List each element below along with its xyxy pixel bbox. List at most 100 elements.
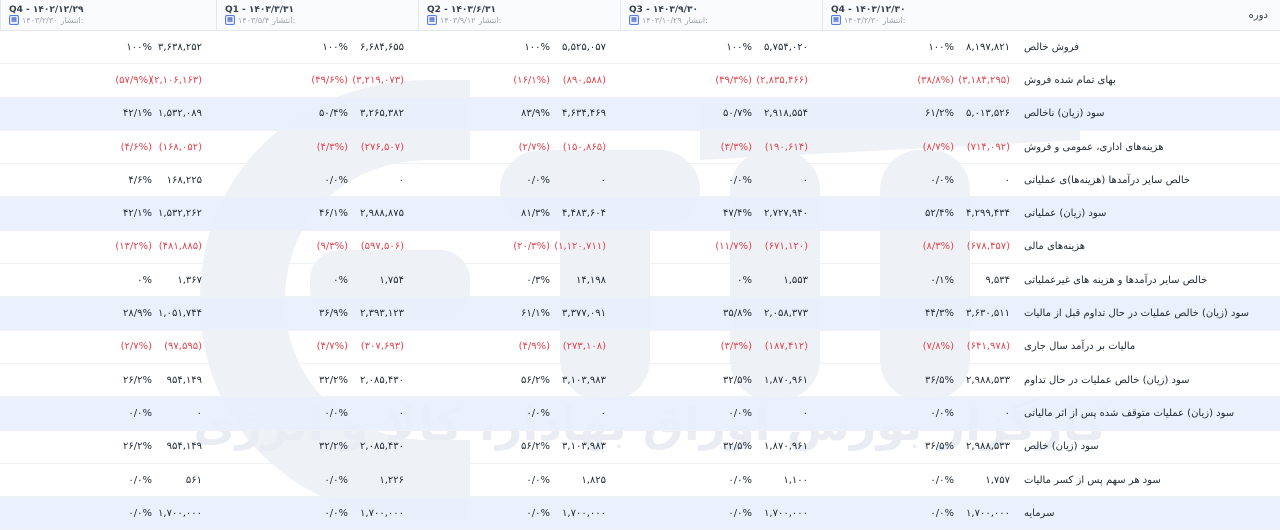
cell-value: ۰ <box>962 164 1024 198</box>
cell-value: (۸۹۰,۵۸۸) <box>558 64 620 98</box>
calendar-icon: ▦ <box>9 15 19 25</box>
cell-percent: ۰/۰% <box>216 164 356 198</box>
calendar-icon: ▦ <box>427 15 437 25</box>
period-label: Q2 - ۱۴۰۳/۶/۳۱ <box>427 5 496 15</box>
cell-percent: ۳۶/۵% <box>822 431 962 464</box>
cell-percent: ۲۶/۲% <box>0 431 160 464</box>
cell-percent: ۰/۰% <box>216 464 356 498</box>
cell-percent: (۸/۳%) <box>822 231 962 265</box>
row-label-header: دوره <box>1024 0 1280 31</box>
cell-value: (۳۰۷,۶۹۳) <box>356 331 418 364</box>
period-header-q4-1402[interactable]: Q4 - ۱۴۰۲/۱۲/۲۹ ▦ ۱۴۰۳/۲/۳۰ انتشار: <box>0 0 216 31</box>
cell-value: ۲,۰۸۵,۴۳۰ <box>356 431 418 464</box>
cell-value: ۱,۸۲۵ <box>558 464 620 498</box>
cell-value: ۳,۶۳۰,۵۱۱ <box>962 297 1024 331</box>
cell-percent: (۵۷/۹%) <box>0 64 160 98</box>
cell-percent: (۴/۷%) <box>216 331 356 364</box>
cell-value: ۳,۲۶۵,۳۸۲ <box>356 97 418 131</box>
cell-value: ۲,۹۸۸,۵۳۳ <box>962 431 1024 464</box>
cell-percent: ۵۰/۷% <box>620 97 760 131</box>
cell-percent: ۰% <box>620 264 760 298</box>
publish-date: ۱۴۰۳/۵/۴ <box>238 15 270 25</box>
cell-value: ۰ <box>356 397 418 431</box>
cell-value: ۰ <box>760 164 822 198</box>
cell-value: (۲۷۳,۱۰۸) <box>558 331 620 364</box>
cell-value: ۰ <box>962 397 1024 431</box>
cell-percent: ۱۰۰% <box>620 31 760 65</box>
cell-percent: (۳/۳%) <box>620 131 760 165</box>
row-label: سود هر سهم پس از کسر مالیات <box>1024 464 1280 498</box>
cell-percent: ۳۶/۹% <box>216 297 356 331</box>
cell-percent: ۴۶/۱% <box>216 197 356 231</box>
cell-percent: (۲/۷%) <box>0 331 160 364</box>
cell-percent: ۰/۰% <box>822 397 962 431</box>
period-label: Q4 - ۱۴۰۲/۱۲/۲۹ <box>9 5 84 15</box>
cell-percent: ۱۰۰% <box>418 31 558 65</box>
cell-value: ۱,۸۷۰,۹۶۱ <box>760 431 822 464</box>
cell-value: ۱,۳۶۷ <box>160 264 216 298</box>
cell-percent: (۳/۳%) <box>620 331 760 364</box>
cell-percent: (۷/۸%) <box>822 331 962 364</box>
cell-percent: ۰/۰% <box>620 397 760 431</box>
cell-percent: ۰% <box>216 264 356 298</box>
cell-percent: ۰/۰% <box>822 164 962 198</box>
cell-value: (۱۶۸,۰۵۲) <box>159 131 216 165</box>
cell-value: (۳,۲۱۹,۰۷۳) <box>352 64 418 98</box>
cell-percent: ۳۶/۵% <box>822 364 962 398</box>
cell-value: ۲,۰۸۵,۴۳۰ <box>356 364 418 398</box>
cell-value: ۳,۱۰۳,۹۸۳ <box>558 364 620 398</box>
cell-percent: ۲۸/۹% <box>0 297 160 331</box>
cell-value: ۹,۵۳۴ <box>962 264 1024 298</box>
cell-percent: ۴۲/۱% <box>0 97 160 131</box>
cell-value: ۴,۴۸۳,۶۰۴ <box>558 197 620 231</box>
cell-percent: ۳۲/۲% <box>216 431 356 464</box>
cell-percent: ۰/۰% <box>0 464 160 498</box>
cell-percent: (۲۰/۳%) <box>418 231 558 265</box>
period-header-q1-1403[interactable]: Q1 - ۱۴۰۳/۳/۳۱ ▦ ۱۴۰۳/۵/۴ انتشار: <box>216 0 418 31</box>
cell-value: ۱,۷۰۰,۰۰۰ <box>760 497 822 530</box>
row-label: سرمایه <box>1024 497 1280 530</box>
cell-value: (۳,۱۸۴,۲۹۵) <box>958 64 1024 98</box>
publish-label: انتشار: <box>684 15 708 25</box>
cell-value: (۹۷,۵۹۵) <box>160 331 216 364</box>
period-header-q4-1403[interactable]: Q4 - ۱۴۰۳/۱۲/۳۰ ▦ ۱۴۰۴/۲/۳۰ انتشار: <box>822 0 1024 31</box>
cell-value: ۲,۹۸۸,۸۷۵ <box>356 197 418 231</box>
period-label: Q4 - ۱۴۰۳/۱۲/۳۰ <box>831 5 906 15</box>
cell-value: ۱,۵۳۲,۰۸۹ <box>158 97 216 131</box>
income-statement-table: Q4 - ۱۴۰۲/۱۲/۲۹ ▦ ۱۴۰۳/۲/۳۰ انتشار: Q1 - ۱… <box>0 0 1280 530</box>
cell-value: ۵,۵۲۵,۰۵۷ <box>558 31 620 65</box>
period-header-q2-1403[interactable]: Q2 - ۱۴۰۳/۶/۳۱ ▦ ۱۴۰۳/۹/۱۲ انتشار: <box>418 0 620 31</box>
publish-label: انتشار: <box>60 15 84 25</box>
cell-value: ۱,۷۵۷ <box>962 464 1024 498</box>
cell-value: ۱,۷۰۰,۰۰۰ <box>356 497 418 530</box>
cell-percent: ۰/۰% <box>822 497 962 530</box>
cell-percent: ۰/۰% <box>620 164 760 198</box>
cell-value: ۰ <box>160 397 216 431</box>
cell-percent: ۵۰/۴% <box>216 97 356 131</box>
cell-percent: ۰/۰% <box>620 497 760 530</box>
cell-percent: ۴۲/۱% <box>0 197 160 231</box>
cell-percent: ۱۰۰% <box>822 31 962 65</box>
cell-percent: ۱۰۰% <box>216 31 356 65</box>
calendar-icon: ▦ <box>225 15 235 25</box>
cell-value: ۳,۳۷۷,۰۹۱ <box>558 297 620 331</box>
cell-percent: ۰/۰% <box>418 464 558 498</box>
cell-percent: (۱۱/۷%) <box>620 231 760 265</box>
cell-percent: (۴/۹%) <box>418 331 558 364</box>
cell-value: ۵,۰۱۳,۵۲۶ <box>962 97 1024 131</box>
cell-value: ۰ <box>760 397 822 431</box>
cell-value: ۵۶۱ <box>160 464 216 498</box>
period-label: Q1 - ۱۴۰۳/۳/۳۱ <box>225 5 294 15</box>
row-label: سود (زیان) عملیات متوقف شده پس از اثر ما… <box>1024 397 1280 431</box>
cell-value: (۲۷۶,۵۰۷) <box>356 131 418 165</box>
cell-value: ۰ <box>558 164 620 198</box>
row-label: مالیات بر درآمد سال جاری <box>1024 331 1280 364</box>
cell-percent: ۰/۳% <box>418 264 558 298</box>
cell-value: (۱۹۰,۶۱۴) <box>760 131 822 165</box>
cell-value: ۹۵۴,۱۴۹ <box>160 431 216 464</box>
cell-value: (۲,۱۰۶,۱۶۳) <box>150 64 216 98</box>
cell-value: ۰ <box>558 397 620 431</box>
cell-value: ۱,۲۲۶ <box>356 464 418 498</box>
period-header-q3-1403[interactable]: Q3 - ۱۴۰۳/۹/۳۰ ▦ ۱۴۰۳/۱۰/۲۹ انتشار: <box>620 0 822 31</box>
calendar-icon: ▦ <box>629 15 639 25</box>
